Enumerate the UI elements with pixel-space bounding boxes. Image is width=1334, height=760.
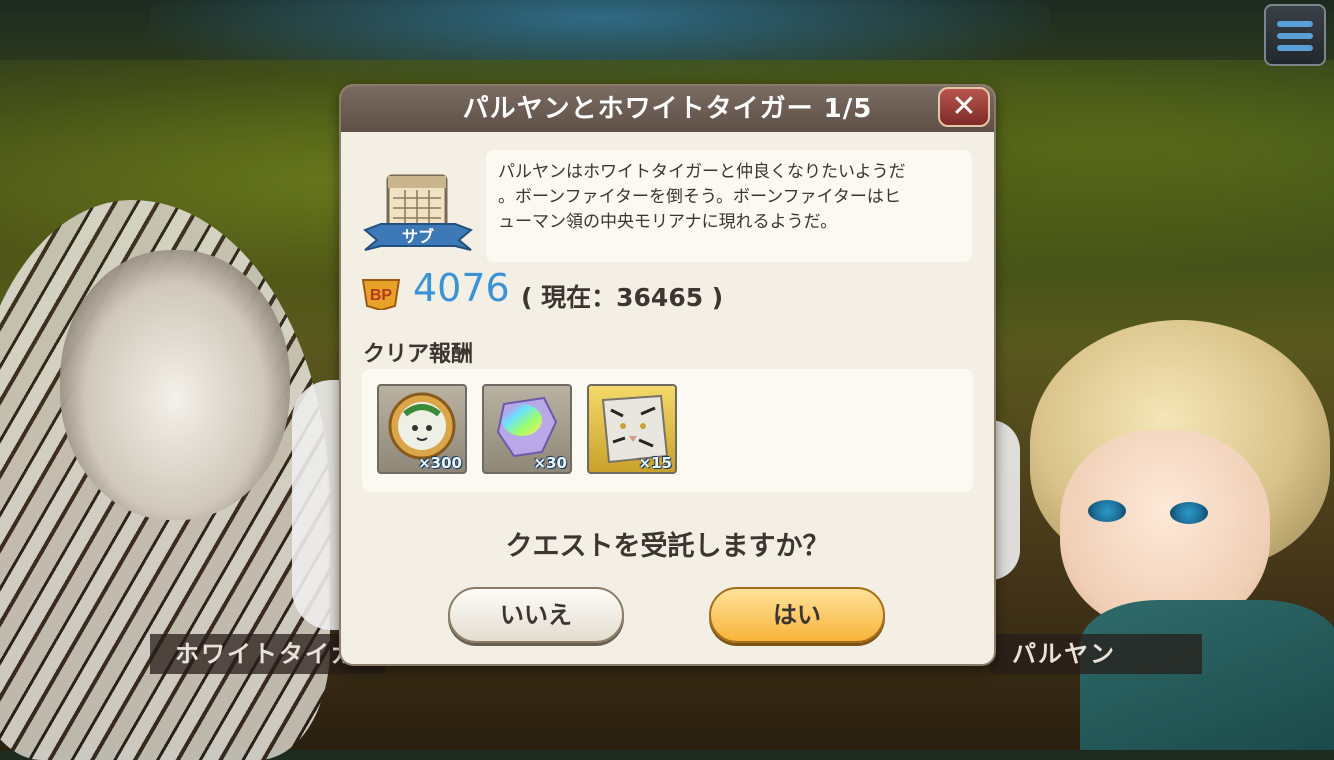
right-character-nameplate: パルヤン xyxy=(990,634,1202,674)
accept-quest-prompt: クエストを受託しますか？ xyxy=(505,531,830,562)
paruyan-cape xyxy=(1080,600,1334,750)
quest-description-box: パルヤンはホワイトタイガーと仲良くなりたいようだ 。ボーンファイターを倒そう。ボ… xyxy=(486,150,972,262)
paruyan-right-eye xyxy=(1170,502,1208,524)
no-button[interactable]: いいえ xyxy=(448,587,624,643)
reward-quantity: ×15 xyxy=(638,454,672,472)
quest-dialog: パルヤンとホワイトタイガー 1/5 ✕ サブ パルヤンはホワイトタイガーと仲良く… xyxy=(341,86,994,664)
bp-current: ( 現在：36465 ) xyxy=(521,283,724,312)
reward-item[interactable]: ×15 xyxy=(587,384,677,474)
yes-button[interactable]: はい xyxy=(709,587,885,643)
dialog-title: パルヤンとホワイトタイガー 1/5 xyxy=(462,94,873,124)
hamburger-menu-icon-bar xyxy=(1277,45,1313,51)
rewards-label: クリア報酬 xyxy=(363,342,474,367)
dialog-header: パルヤンとホワイトタイガー 1/5 ✕ xyxy=(341,86,994,132)
quest-type-label: サブ xyxy=(402,227,434,246)
paruyan-left-eye xyxy=(1088,500,1126,522)
hamburger-menu-icon-bar xyxy=(1277,33,1313,39)
speech-bubble-right xyxy=(990,420,1020,580)
reward-quantity: ×30 xyxy=(533,454,567,472)
white-tiger-face xyxy=(60,250,290,520)
quest-description: パルヤンはホワイトタイガーと仲良くなりたいようだ 。ボーンファイターを倒そう。ボ… xyxy=(498,162,906,232)
bp-badge-icon: BP xyxy=(361,279,401,310)
close-icon: ✕ xyxy=(951,89,977,124)
hamburger-menu-button[interactable] xyxy=(1264,4,1326,66)
hamburger-menu-icon xyxy=(1277,21,1313,27)
reward-item[interactable]: ×300 xyxy=(377,384,467,474)
reward-quantity: ×300 xyxy=(418,454,462,472)
bp-label: BP xyxy=(370,287,393,304)
sub-quest-calendar-icon: サブ xyxy=(363,174,473,251)
bp-value: 4076 xyxy=(413,266,510,310)
reward-item[interactable]: ×30 xyxy=(482,384,572,474)
close-button[interactable]: ✕ xyxy=(938,87,990,127)
